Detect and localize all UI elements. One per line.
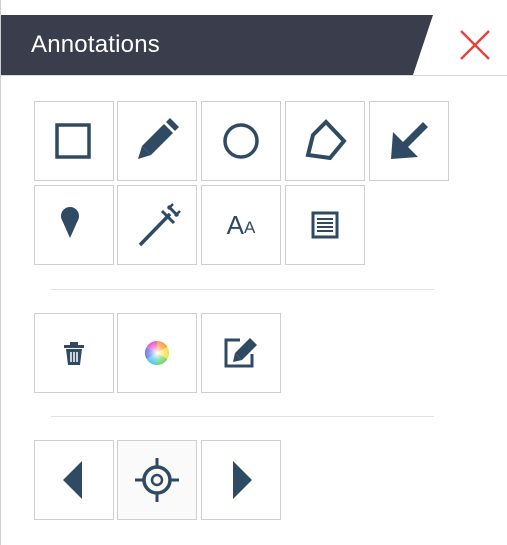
trash-icon (64, 342, 84, 365)
panel-title: Annotations (31, 31, 160, 58)
next-icon (233, 461, 252, 499)
text-tool-button[interactable]: AA (201, 185, 281, 265)
note-tool-button[interactable] (285, 185, 365, 265)
next-button[interactable] (201, 440, 281, 520)
measure-icon (138, 203, 181, 247)
section-divider (51, 289, 434, 290)
pencil-icon (138, 118, 179, 159)
pencil-tool-button[interactable] (117, 101, 197, 181)
pin-icon (61, 207, 79, 238)
locate-button[interactable] (117, 440, 197, 520)
arrow-tool-button[interactable] (369, 101, 449, 181)
edit-icon (224, 338, 257, 368)
close-icon (460, 30, 490, 60)
close-button[interactable] (453, 27, 493, 63)
note-icon (311, 211, 339, 239)
edit-button[interactable] (201, 313, 281, 393)
measure-tool-button[interactable] (117, 185, 197, 265)
previous-button[interactable] (34, 440, 114, 520)
panel-header: Annotations (1, 15, 507, 75)
annotations-panel: Annotations A A (0, 0, 507, 545)
section-divider (51, 416, 434, 417)
circle-tool-button[interactable] (201, 101, 281, 181)
polygon-tool-button[interactable] (285, 101, 365, 181)
text-size-small-letter: A (244, 218, 256, 237)
color-picker-button[interactable] (117, 313, 197, 393)
text-size-icon: AA (202, 186, 280, 264)
arrow-icon (391, 122, 428, 159)
pin-tool-button[interactable] (34, 185, 114, 265)
locate-icon (135, 458, 179, 502)
previous-icon (63, 461, 82, 499)
polygon-icon (305, 119, 347, 161)
color-wheel-icon (144, 341, 170, 365)
rectangle-tool-button[interactable] (34, 101, 114, 181)
delete-button[interactable] (34, 313, 114, 393)
circle-icon (223, 123, 259, 159)
header-divider (1, 75, 507, 76)
rectangle-icon (55, 123, 91, 159)
text-size-large-letter: A (226, 209, 244, 240)
